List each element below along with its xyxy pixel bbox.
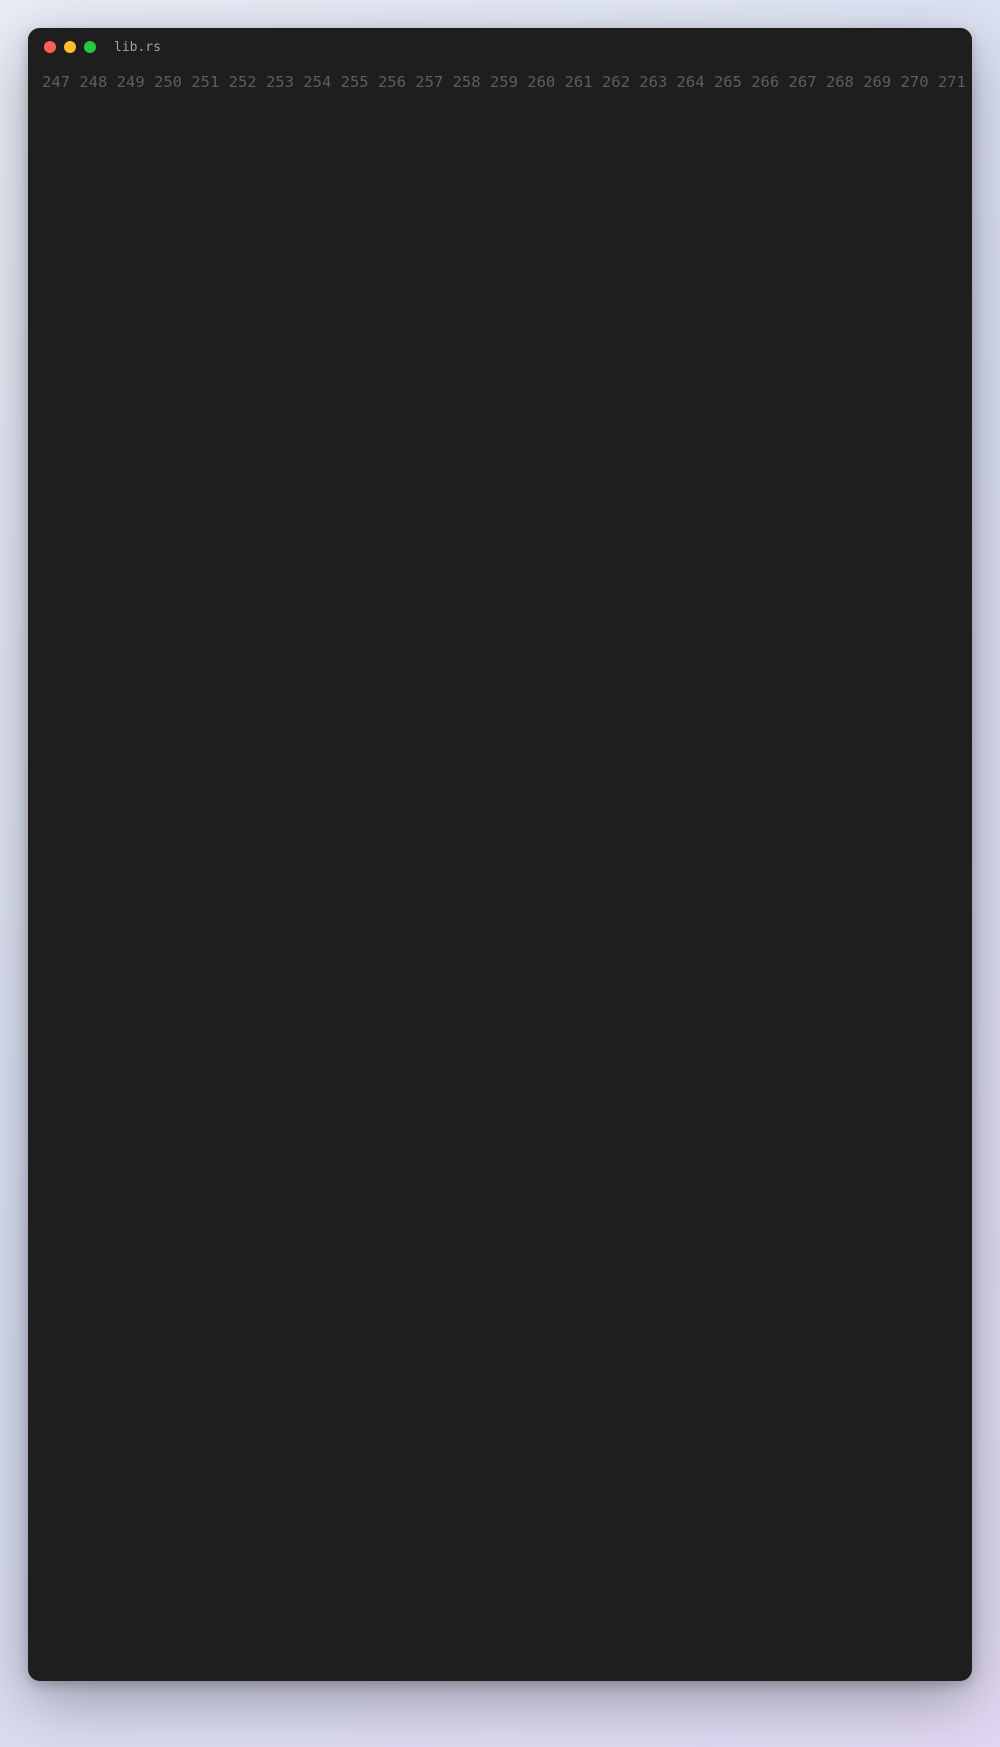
line-number-gutter: 247 248 249 250 251 252 253 254 255 256 … — [28, 70, 972, 1663]
traffic-lights — [44, 41, 96, 53]
filename-label: lib.rs — [114, 40, 161, 55]
editor-window: lib.rs 247 248 249 250 251 252 253 254 2… — [28, 28, 972, 1681]
titlebar: lib.rs — [28, 28, 972, 66]
close-icon[interactable] — [44, 41, 56, 53]
minimize-icon[interactable] — [64, 41, 76, 53]
maximize-icon[interactable] — [84, 41, 96, 53]
code-area[interactable]: 247 248 249 250 251 252 253 254 255 256 … — [28, 66, 972, 1681]
